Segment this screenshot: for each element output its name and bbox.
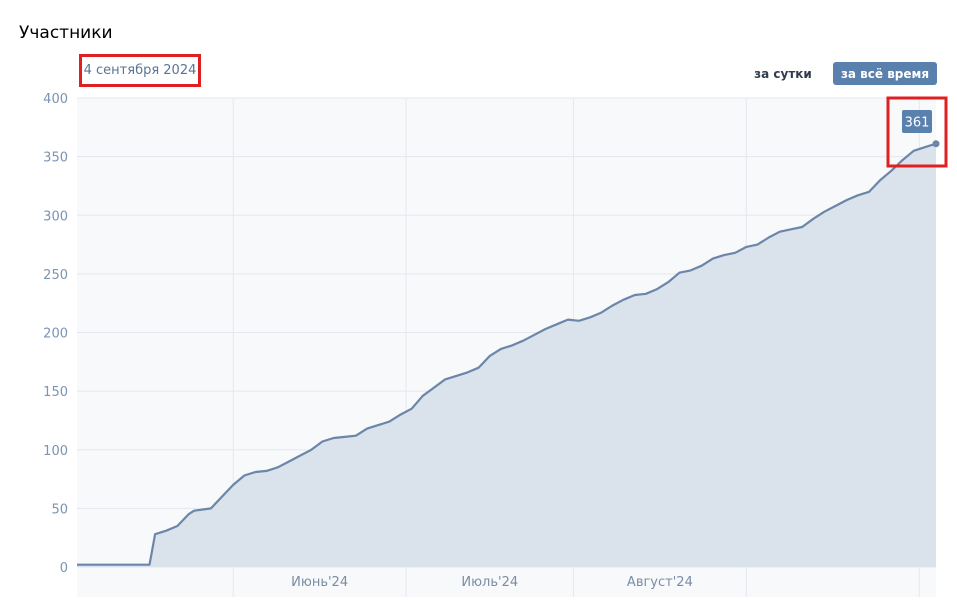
- y-tick-label: 100: [43, 444, 68, 459]
- members-chart: 0 50 100 150 200 250 300 350 400 Июнь'24 Июль'24 А…: [43, 92, 948, 597]
- x-tick-label: Июнь'24: [291, 575, 348, 590]
- y-tick-label: 350: [43, 151, 68, 166]
- y-axis: 0 50 100 150 200 250 300 350 400: [43, 92, 68, 576]
- y-tick-label: 200: [43, 327, 68, 342]
- y-tick-label: 300: [43, 209, 68, 224]
- y-tick-label: 400: [43, 92, 68, 107]
- y-tick-label: 250: [43, 268, 68, 283]
- x-tick-label: Июль'24: [461, 575, 518, 590]
- y-tick-label: 150: [43, 385, 68, 400]
- x-tick-label: Август'24: [627, 575, 693, 590]
- y-tick-label: 0: [60, 561, 68, 576]
- last-point-marker: [932, 140, 940, 148]
- value-badge-label: 361: [905, 116, 930, 131]
- y-tick-label: 50: [51, 502, 68, 517]
